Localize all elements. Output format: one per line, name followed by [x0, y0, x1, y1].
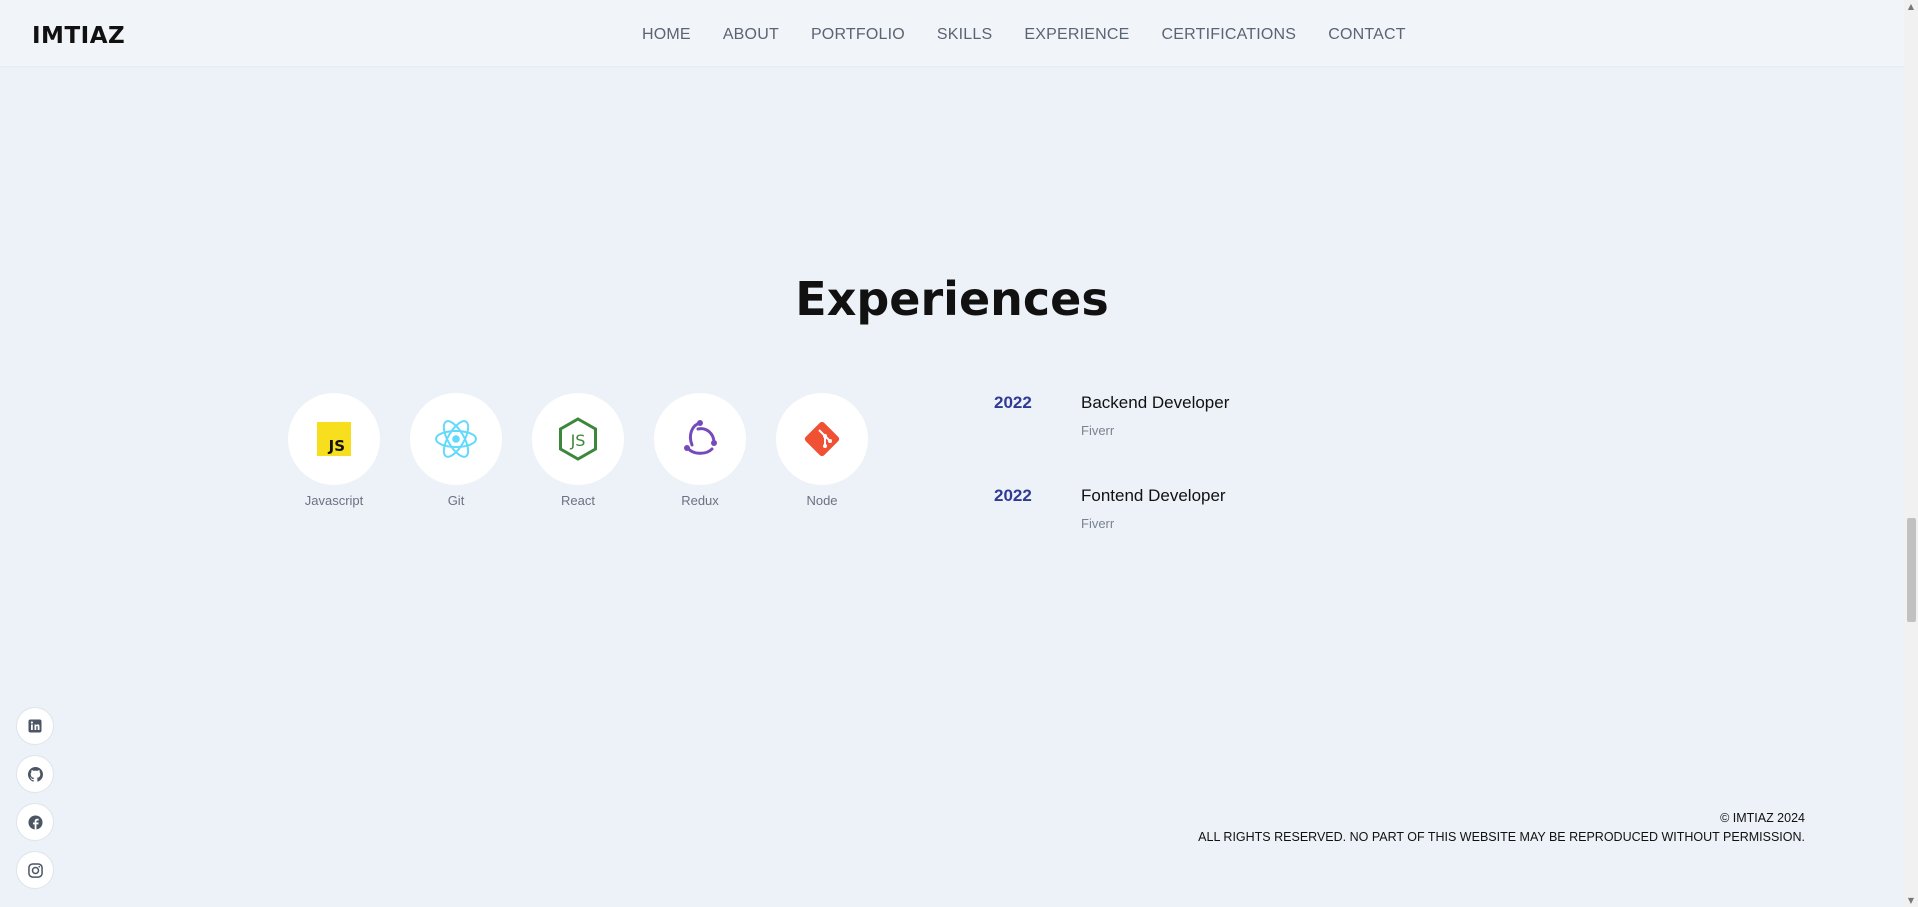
- linkedin-icon: [28, 719, 42, 733]
- facebook-icon: [27, 814, 43, 830]
- linkedin-link[interactable]: [16, 707, 54, 745]
- experience-details: Fontend Developer Fiverr: [1081, 486, 1226, 579]
- skill-circle: [654, 393, 746, 485]
- scroll-up-icon[interactable]: ▲: [1906, 2, 1916, 11]
- skill-label: Javascript: [304, 493, 364, 508]
- redux-icon: [684, 420, 717, 455]
- instagram-icon: [27, 862, 43, 878]
- footer: © IMTIAZ 2024 ALL RIGHTS RESERVED. NO PA…: [1198, 809, 1805, 847]
- nav-portfolio[interactable]: PORTFOLIO: [811, 26, 905, 44]
- instagram-link[interactable]: [16, 851, 54, 889]
- skill-item: JS React: [532, 393, 624, 508]
- facebook-link[interactable]: [16, 803, 54, 841]
- javascript-icon: JS: [317, 422, 351, 456]
- experience-item: 2022 Fontend Developer Fiverr: [994, 486, 1229, 579]
- experience-details: Backend Developer Fiverr: [1081, 393, 1229, 486]
- scrollbar[interactable]: ▲ ▼: [1904, 0, 1918, 907]
- footer-copyright: © IMTIAZ 2024: [1720, 811, 1805, 825]
- nav-about[interactable]: ABOUT: [723, 26, 779, 44]
- skill-item: JS Javascript: [288, 393, 380, 508]
- skill-item: Redux: [654, 393, 746, 508]
- github-link[interactable]: [16, 755, 54, 793]
- scroll-thumb[interactable]: [1907, 518, 1916, 622]
- experience-year: 2022: [994, 486, 1032, 505]
- experience-title: Fontend Developer: [1081, 486, 1226, 505]
- skill-label: Redux: [681, 493, 719, 508]
- nav-certifications[interactable]: CERTIFICATIONS: [1162, 26, 1297, 44]
- github-icon: [27, 766, 43, 782]
- skills-list: JS Javascript Git JS React Redux Node: [288, 393, 898, 508]
- experience-company: Fiverr: [1081, 516, 1115, 531]
- svg-text:JS: JS: [570, 431, 586, 450]
- nav-home[interactable]: HOME: [642, 26, 691, 44]
- skill-label: Git: [447, 493, 465, 508]
- skill-circle: JS: [288, 393, 380, 485]
- site-logo[interactable]: IMTIAZ: [32, 23, 125, 49]
- section-title: Experiences: [795, 272, 1109, 326]
- nav-skills[interactable]: SKILLS: [937, 26, 992, 44]
- footer-rights: ALL RIGHTS RESERVED. NO PART OF THIS WEB…: [1198, 830, 1805, 844]
- nav-experience[interactable]: EXPERIENCE: [1024, 26, 1129, 44]
- svg-text:JS: JS: [328, 437, 345, 455]
- skill-circle: [410, 393, 502, 485]
- experience-year: 2022: [994, 393, 1032, 412]
- git-icon: [804, 421, 840, 457]
- experience-list: 2022 Backend Developer Fiverr 2022 Fonte…: [994, 393, 1229, 579]
- skill-item: Git: [410, 393, 502, 508]
- nodejs-icon: JS: [559, 417, 597, 461]
- skill-item: Node: [776, 393, 868, 508]
- skill-circle: [776, 393, 868, 485]
- skill-label: Node: [806, 493, 838, 508]
- experience-company: Fiverr: [1081, 423, 1115, 438]
- nav-contact[interactable]: CONTACT: [1328, 26, 1406, 44]
- experience-title: Backend Developer: [1081, 393, 1230, 412]
- nav-links: HOME ABOUT PORTFOLIO SKILLS EXPERIENCE C…: [642, 26, 1438, 44]
- skill-circle: JS: [532, 393, 624, 485]
- navbar: IMTIAZ HOME ABOUT PORTFOLIO SKILLS EXPER…: [0, 0, 1904, 66]
- scroll-down-icon[interactable]: ▼: [1906, 896, 1916, 905]
- experience-item: 2022 Backend Developer Fiverr: [994, 393, 1229, 486]
- skill-label: React: [561, 493, 595, 508]
- react-icon: [435, 420, 477, 458]
- social-links: [16, 707, 54, 899]
